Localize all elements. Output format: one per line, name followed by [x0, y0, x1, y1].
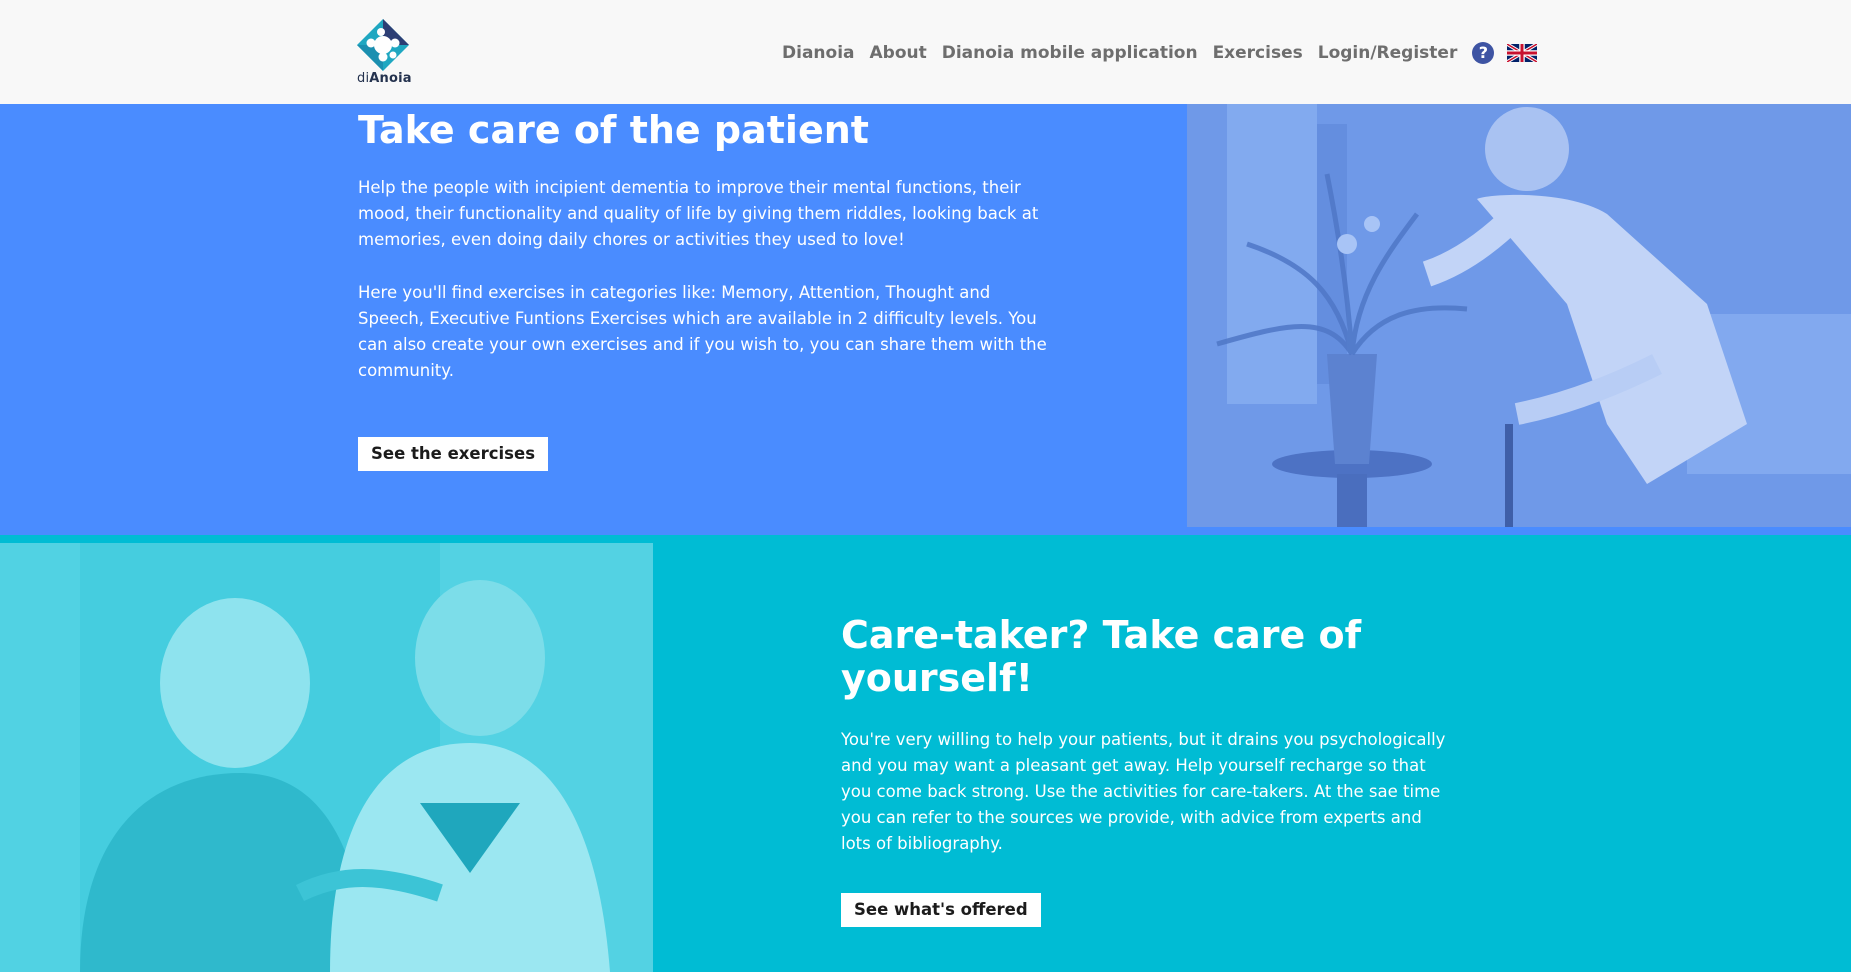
nav-dianoia[interactable]: Dianoia	[782, 40, 855, 66]
logo-wordmark: diAnoia	[357, 71, 412, 86]
patient-categories-paragraph: Here you'll find exercises in categories…	[358, 283, 1047, 380]
see-exercises-button[interactable]: See the exercises	[358, 437, 549, 471]
nav-login-register[interactable]: Login/Register	[1318, 40, 1458, 66]
uk-flag-icon[interactable]	[1507, 44, 1538, 62]
patient-section-title: Take care of the patient	[358, 108, 869, 152]
caretaker-paragraph: You're very willing to help your patient…	[841, 730, 1446, 853]
site-header: diAnoia Dianoia About Dianoia mobile app…	[0, 0, 1851, 104]
caretaker-section-title: Care-taker? Take care of yourself!	[841, 613, 1362, 700]
help-icon[interactable]: ?	[1472, 42, 1495, 64]
nav-about[interactable]: About	[870, 40, 927, 66]
caretaker-nurse-photo	[0, 543, 653, 972]
main-nav: Dianoia About Dianoia mobile application…	[782, 40, 1538, 66]
caretaker-photo-illustration	[0, 543, 653, 972]
dianoia-logo[interactable]: diAnoia	[357, 19, 413, 87]
elderly-woman-flowers-photo	[1187, 104, 1851, 527]
patient-intro-paragraph: Help the people with incipient dementia …	[358, 178, 1039, 249]
see-whats-offered-button[interactable]: See what's offered	[841, 893, 1041, 927]
elderly-woman-photo-illustration	[1187, 104, 1851, 527]
nav-mobile-app[interactable]: Dianoia mobile application	[942, 40, 1198, 66]
dianoia-logo-icon	[357, 19, 409, 71]
nav-exercises[interactable]: Exercises	[1213, 40, 1303, 66]
